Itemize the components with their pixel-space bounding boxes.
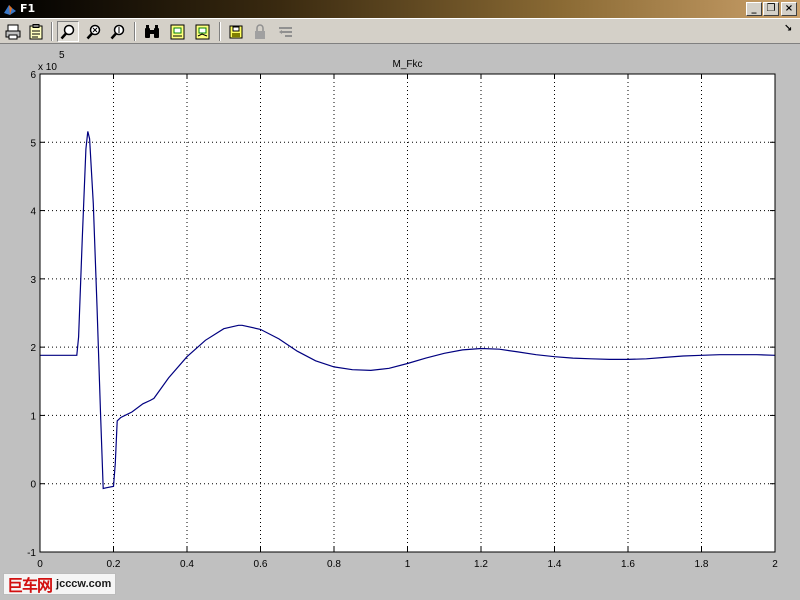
x-tick-label: 0: [37, 559, 43, 570]
y-exponent-power: 5: [59, 50, 65, 61]
zoom-x-icon: [86, 24, 101, 39]
x-tick-label: 1.2: [474, 559, 488, 570]
restore-axes-button[interactable]: [192, 21, 214, 42]
y-tick-label: 2: [30, 343, 36, 354]
y-tick-label: -1: [27, 548, 36, 559]
zoom-x-button[interactable]: [83, 21, 105, 42]
save-axes-icon: [170, 24, 185, 39]
x-tick-label: 1: [405, 559, 411, 570]
dock-arrow-icon[interactable]: ↘: [784, 23, 792, 34]
signal-selection-button[interactable]: [275, 21, 297, 42]
print-button[interactable]: [2, 21, 24, 42]
restore-icon: ❐: [766, 3, 776, 14]
x-tick-label: 1.4: [548, 559, 562, 570]
axes-background: [40, 74, 775, 552]
close-icon: ×: [784, 3, 794, 14]
x-tick-label: 2: [772, 559, 778, 570]
floating-scope-button[interactable]: [225, 21, 247, 42]
lock-axes-button[interactable]: [249, 21, 271, 42]
close-button[interactable]: ×: [781, 2, 797, 16]
window-title: F1: [20, 2, 36, 15]
binoculars-icon: [145, 24, 159, 38]
x-tick-label: 0.8: [327, 559, 341, 570]
x-tick-label: 0.4: [180, 559, 194, 570]
y-tick-label: 6: [30, 70, 36, 81]
printer-icon: [5, 24, 21, 39]
y-tick-label: 5: [30, 138, 36, 149]
zoom-y-icon: [110, 24, 125, 39]
scope-chart[interactable]: 0 0.2 0.4 0.6 0.8 1 1.2 1.4 1.6 1.8 2 -10123456 M_…: [0, 44, 800, 600]
minimize-icon: _: [751, 3, 757, 14]
lock-icon: [255, 23, 265, 39]
restore-axes-icon: [195, 24, 210, 39]
y-tick-label: 1: [30, 411, 36, 422]
floppy-icon: [229, 25, 243, 38]
y-tick-label: 0: [30, 480, 36, 491]
autoscale-button[interactable]: [141, 21, 163, 42]
clipboard-icon: [29, 23, 43, 39]
y-tick-labels: -1 0 1 2 3 4 5 6: [27, 70, 36, 559]
zoom-icon: [60, 24, 75, 39]
x-tick-label: 1.8: [695, 559, 709, 570]
watermark-cn-text: 巨车网: [7, 576, 53, 595]
matlab-logo-icon: [4, 5, 16, 15]
x-tick-labels: 0 0.2 0.4 0.6 0.8 1 1.2 1.4 1.6 1.8 2: [37, 559, 778, 570]
watermark-url-text: jcccw.com: [56, 578, 112, 590]
scope-toolbar: ↘: [0, 18, 800, 44]
site-watermark: 巨车网 jcccw.com: [3, 573, 117, 595]
y-tick-label: 4: [30, 207, 36, 218]
x-tick-label: 0.2: [107, 559, 121, 570]
signal-selection-icon: [279, 26, 292, 37]
chart-title: M_Fkc: [393, 59, 423, 70]
scope-plot-area: 0 0.2 0.4 0.6 0.8 1 1.2 1.4 1.6 1.8 2 -1 0 1 2 3 4 5 6 M_…: [0, 44, 800, 600]
title-bar[interactable]: F1 _ ❐ ×: [0, 0, 800, 18]
restore-button[interactable]: ❐: [763, 2, 779, 16]
parameters-button[interactable]: [25, 21, 47, 42]
save-axes-button[interactable]: [167, 21, 189, 42]
minimize-button[interactable]: _: [746, 2, 762, 16]
y-tick-label: 3: [30, 275, 36, 286]
zoom-y-button[interactable]: [107, 21, 129, 42]
y-exponent-label: x 10: [38, 62, 57, 73]
zoom-button[interactable]: [57, 21, 79, 42]
x-tick-label: 0.6: [254, 559, 268, 570]
x-tick-label: 1.6: [621, 559, 635, 570]
